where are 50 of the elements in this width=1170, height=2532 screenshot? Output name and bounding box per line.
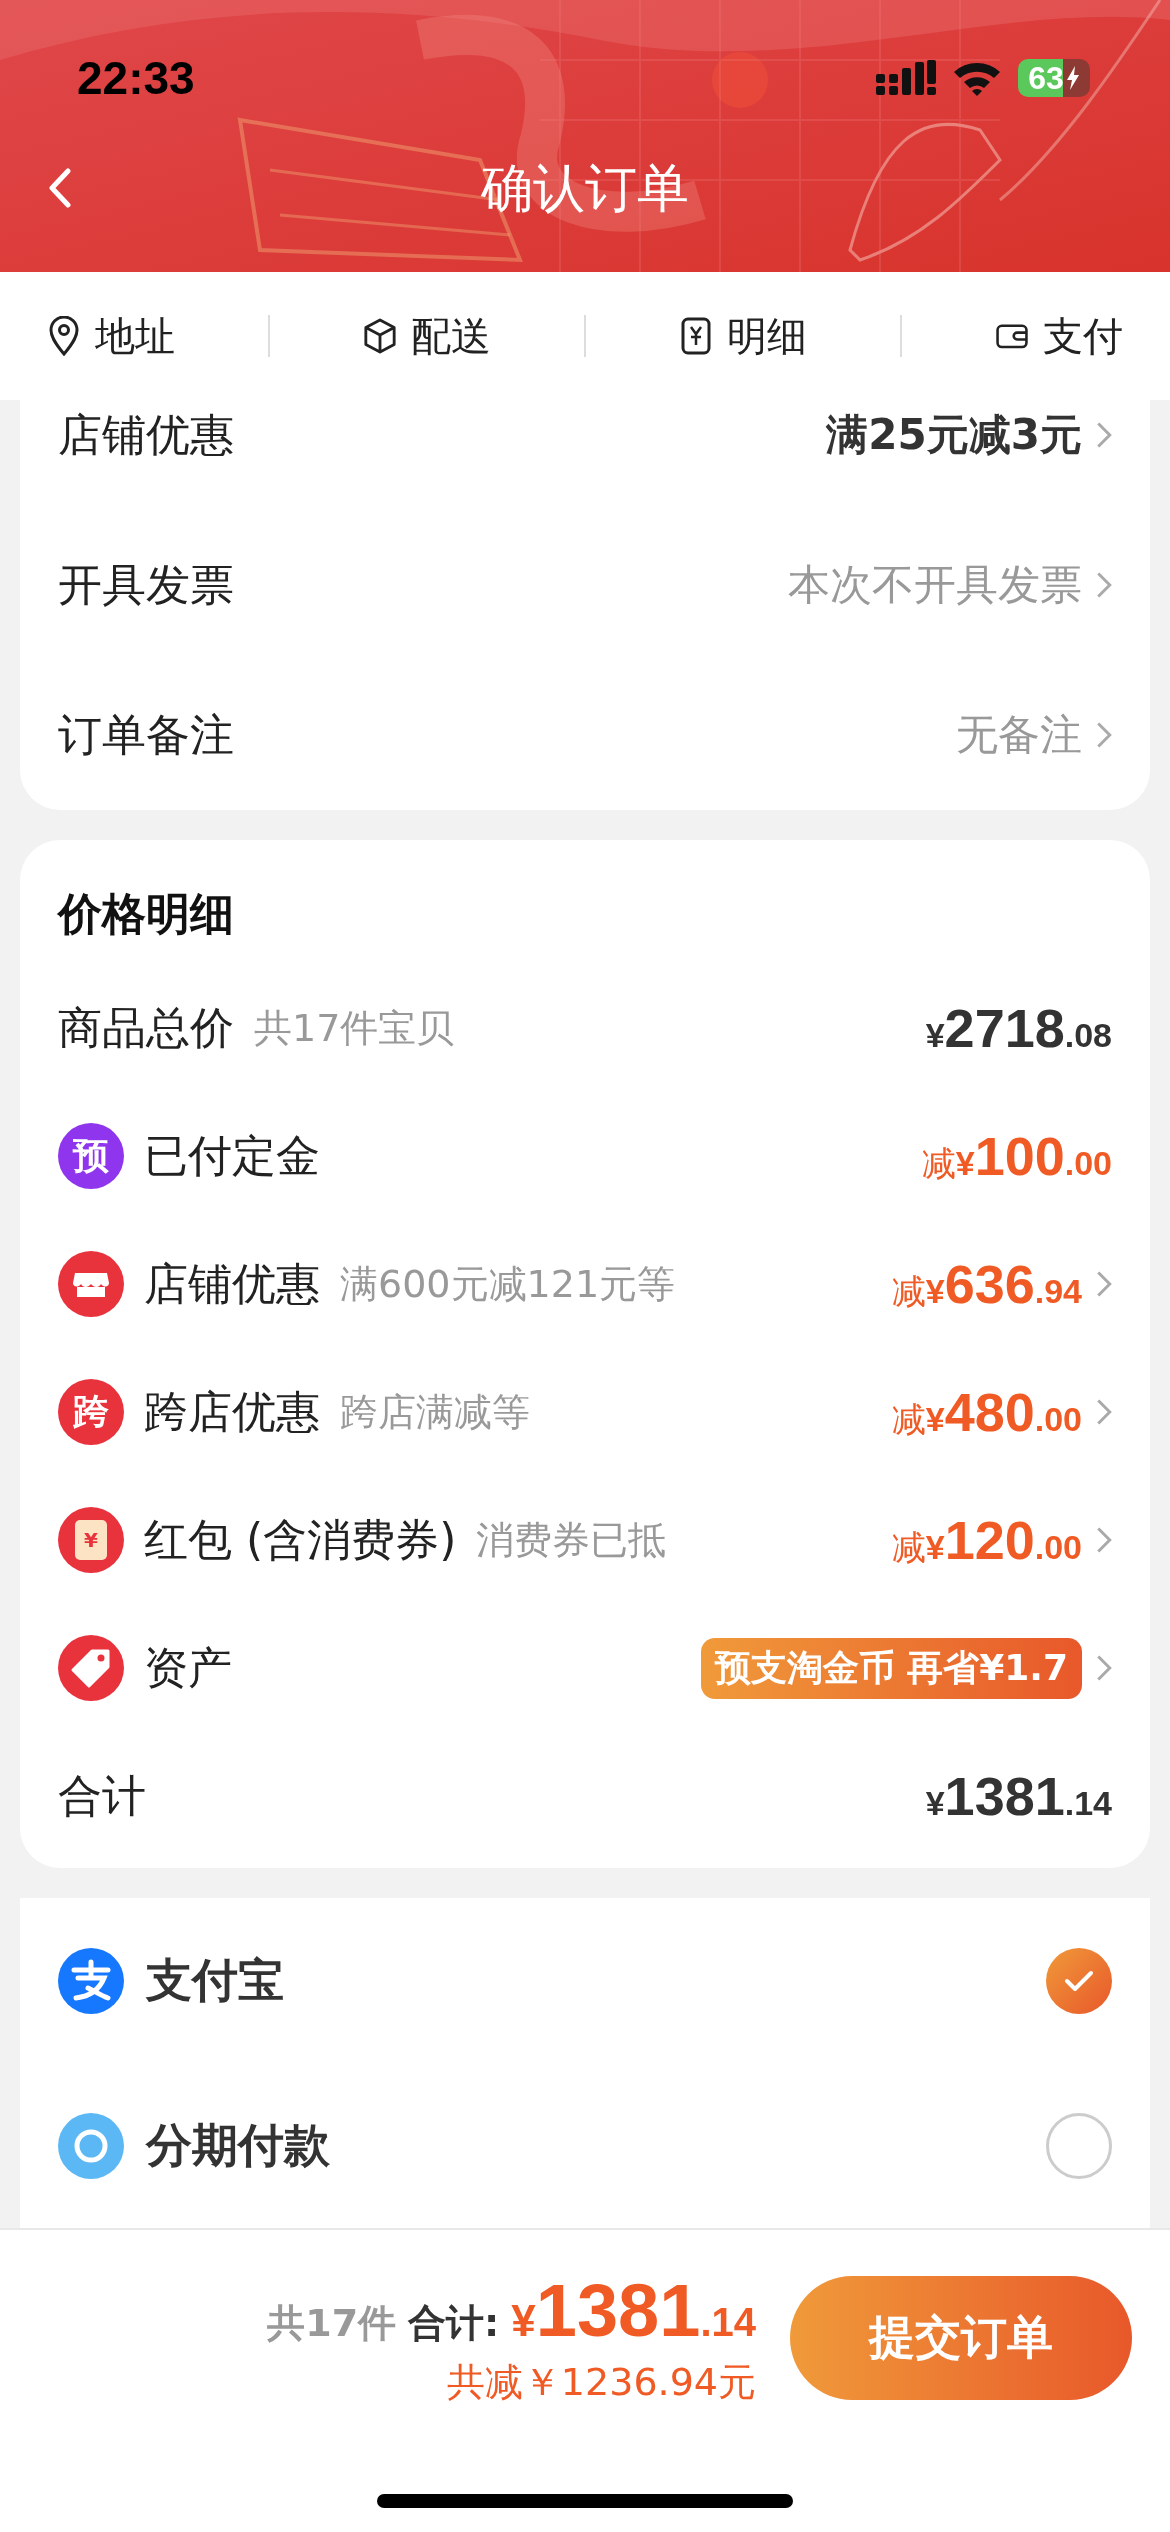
- chevron-icon: [1096, 721, 1112, 749]
- option-value[interactable]: 满25元减3元: [826, 407, 1082, 463]
- chevron-icon: [1096, 571, 1112, 599]
- option-label: 订单备注: [58, 707, 234, 762]
- back-icon[interactable]: [48, 168, 72, 208]
- page-title: 确认订单: [481, 157, 689, 220]
- anchor-tab[interactable]: 明细: [679, 308, 808, 364]
- bill-icon: [679, 316, 714, 356]
- installment-icon: [58, 2112, 124, 2179]
- price-amount: ¥2718.08: [925, 997, 1112, 1059]
- option-label: 开具发票: [58, 557, 234, 612]
- discount-amount: 减¥120.00: [891, 1509, 1082, 1571]
- discount-amount: 减¥100.00: [921, 1125, 1112, 1187]
- price-label: 合计: [58, 1768, 146, 1823]
- option-label: 店铺优惠: [58, 407, 234, 462]
- badge-icon: 预: [58, 1123, 124, 1189]
- price-note: 共17件宝贝: [254, 1004, 455, 1052]
- box-icon: [362, 316, 397, 356]
- discount-amount: 减¥636.94: [891, 1253, 1082, 1315]
- wifi-icon: [952, 60, 1002, 96]
- price-note: 满600元减121元等: [340, 1260, 676, 1308]
- envelope-icon: ¥: [58, 1507, 124, 1573]
- total-label: 合计:: [408, 2300, 500, 2347]
- discount-amount: 减¥480.00: [891, 1381, 1082, 1443]
- price-label: 已付定金: [144, 1128, 320, 1183]
- price-label: 跨店优惠: [144, 1384, 320, 1439]
- price-label: 红包 (含消费券): [144, 1512, 457, 1567]
- status-time: 22:33: [77, 51, 195, 105]
- section-title: 价格明细: [58, 886, 235, 941]
- check-icon: [1064, 1968, 1094, 1993]
- payment-option[interactable]: 支付宝: [58, 1898, 1112, 2063]
- saved-amount: 共减￥1236.94元: [446, 2359, 756, 2406]
- price-note: 消费券已抵: [476, 1516, 667, 1564]
- anchor-tab[interactable]: 配送: [362, 308, 491, 364]
- price-amount: ¥1381.14: [925, 1765, 1112, 1827]
- anchor-tab[interactable]: 支付: [995, 308, 1124, 364]
- anchor-tab[interactable]: 地址: [46, 308, 175, 364]
- badge-icon: 跨: [58, 1379, 124, 1445]
- payment-option[interactable]: 分期付款: [58, 2063, 1112, 2228]
- chevron-icon: [1096, 421, 1112, 449]
- battery-icon: 63: [1018, 59, 1090, 97]
- item-count: 共17件: [267, 2300, 397, 2347]
- price-note: 跨店满减等: [340, 1388, 530, 1436]
- total-price: ¥1381.14: [511, 2268, 756, 2353]
- price-label: 商品总价: [58, 1000, 234, 1055]
- price-label: 店铺优惠: [144, 1256, 320, 1311]
- price-label: 资产: [144, 1640, 232, 1695]
- signal-icon: [876, 60, 936, 96]
- payment-logo-icon: [58, 1947, 124, 2014]
- radio-button[interactable]: [1046, 2112, 1112, 2179]
